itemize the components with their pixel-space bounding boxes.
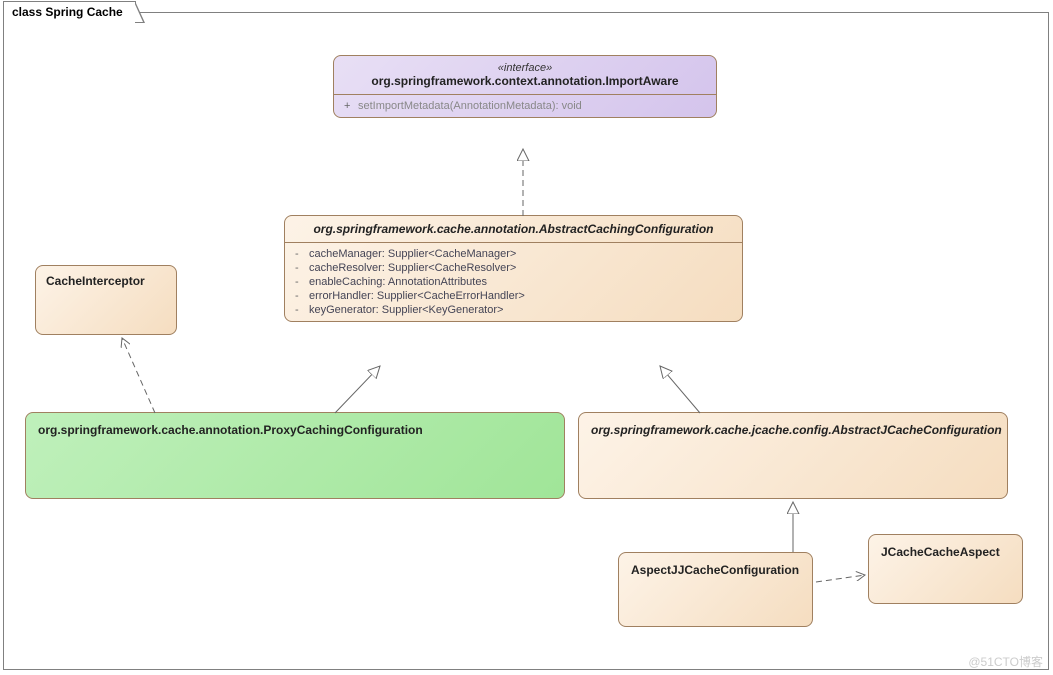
class-name: CacheInterceptor <box>46 274 166 288</box>
class-name: org.springframework.context.annotation.I… <box>344 74 706 88</box>
class-name: org.springframework.cache.jcache.config.… <box>591 423 995 437</box>
field-row: -keyGenerator: Supplier<KeyGenerator> <box>295 303 732 317</box>
watermark: @51CTO博客 <box>968 653 1043 670</box>
field-row: -errorHandler: Supplier<CacheErrorHandle… <box>295 289 732 303</box>
class-proxy-caching[interactable]: org.springframework.cache.annotation.Pro… <box>25 412 565 499</box>
class-abstract-jcache[interactable]: org.springframework.cache.jcache.config.… <box>578 412 1008 499</box>
method-row: +setImportMetadata(AnnotationMetadata): … <box>344 99 706 113</box>
field-row: -enableCaching: AnnotationAttributes <box>295 275 732 289</box>
field-row: -cacheResolver: Supplier<CacheResolver> <box>295 261 732 275</box>
stereotype-label: «interface» <box>344 62 706 74</box>
diagram-title-tab: class Spring Cache <box>3 1 136 23</box>
class-cache-interceptor[interactable]: CacheInterceptor <box>35 265 177 335</box>
class-abstract-caching[interactable]: org.springframework.cache.annotation.Abs… <box>284 215 743 322</box>
class-aspectj-jcache[interactable]: AspectJJCacheConfiguration <box>618 552 813 627</box>
class-jcache-aspect[interactable]: JCacheCacheAspect <box>868 534 1023 604</box>
class-name: org.springframework.cache.annotation.Pro… <box>38 423 552 437</box>
class-name: org.springframework.cache.annotation.Abs… <box>295 222 732 236</box>
class-import-aware[interactable]: «interface» org.springframework.context.… <box>333 55 717 118</box>
class-name: JCacheCacheAspect <box>881 545 1010 559</box>
class-name: AspectJJCacheConfiguration <box>631 563 800 577</box>
diagram-title: class Spring Cache <box>12 5 123 19</box>
field-row: -cacheManager: Supplier<CacheManager> <box>295 247 732 261</box>
